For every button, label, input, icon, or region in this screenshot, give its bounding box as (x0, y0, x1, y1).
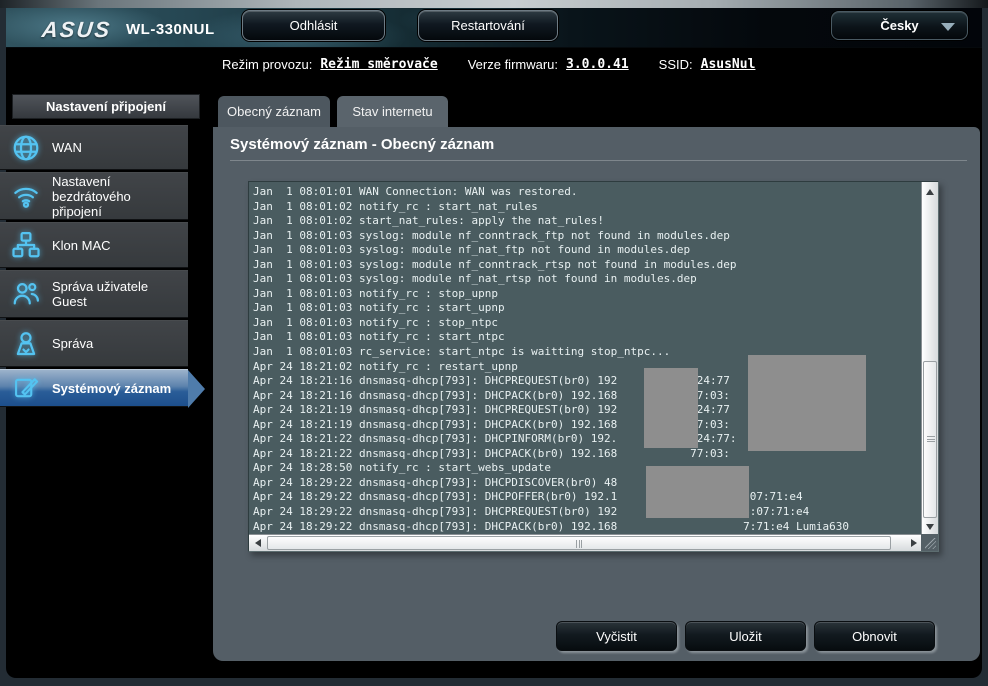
vertical-scrollbar[interactable] (921, 182, 938, 536)
redaction-box (644, 368, 698, 448)
thumb-grip (927, 436, 935, 442)
ssid-label: SSID: (659, 57, 693, 72)
wifi-icon (0, 181, 52, 211)
log-line: Apr 24 18:29:22 dnsmasq-dhcp[793]: DHCPR… (253, 505, 922, 520)
title-divider (230, 160, 967, 161)
log-line: Apr 24 18:29:22 dnsmasq-dhcp[793]: DHCPA… (253, 520, 922, 535)
log-line: Jan 1 08:01:03 syslog: module nf_conntra… (253, 229, 922, 244)
log-line: Jan 1 08:01:01 WAN Connection: WAN was r… (253, 185, 922, 200)
firmware-version-link[interactable]: 3.0.0.41 (566, 57, 629, 72)
sidebar: Nastavení připojení (12, 94, 200, 119)
network-nodes-icon (0, 230, 52, 260)
log-line: Jan 1 08:01:03 notify_rc : stop_ntpc (253, 316, 922, 331)
log-line: Jan 1 08:01:03 notify_rc : stop_upnp (253, 287, 922, 302)
asus-logo: ASUS (41, 17, 113, 43)
horizontal-scroll-thumb[interactable] (267, 536, 891, 550)
chevron-down-icon (941, 23, 955, 31)
globe-icon (0, 133, 52, 163)
log-line: Jan 1 08:01:02 start_nat_rules: apply th… (253, 214, 922, 229)
logout-button[interactable]: Odhlásit (242, 10, 385, 41)
horizontal-scrollbar[interactable] (249, 534, 923, 551)
refresh-button[interactable]: Obnovit (814, 621, 935, 651)
operation-mode-label: Režim provozu: (222, 57, 312, 72)
scroll-right-icon[interactable] (911, 539, 917, 547)
sidebar-item-label: Správa (52, 336, 188, 351)
log-line: Apr 24 18:28:50 notify_rc : start_webs_u… (253, 461, 922, 476)
resize-grip[interactable] (921, 534, 938, 551)
thumb-grip (576, 540, 582, 548)
redaction-box (646, 466, 749, 518)
redaction-box (748, 355, 866, 451)
sidebar-header: Nastavení připojení (12, 94, 200, 119)
selected-item-arrow (188, 370, 205, 408)
status-infobar: Režim provozu: Režim směrovače Verze fir… (6, 48, 982, 80)
reboot-button[interactable]: Restartování (418, 10, 558, 41)
vertical-scroll-thumb[interactable] (923, 361, 937, 518)
scroll-up-icon[interactable] (926, 189, 934, 195)
header-bar: ASUS WL-330NUL Odhlásit Restartování Čes… (6, 8, 982, 48)
sidebar-item-label: WAN (52, 140, 188, 155)
tab-general-log[interactable]: Obecný záznam (218, 96, 330, 127)
users-icon (0, 279, 52, 309)
log-line: Apr 24 18:29:22 dnsmasq-dhcp[793]: DHCPD… (253, 476, 922, 491)
scroll-left-icon[interactable] (255, 539, 261, 547)
firmware-label: Verze firmwaru: (468, 57, 558, 72)
log-line: Jan 1 08:01:03 syslog: module nf_nat_ftp… (253, 243, 922, 258)
system-log-textarea[interactable]: Jan 1 08:01:01 WAN Connection: WAN was r… (248, 181, 939, 552)
clear-button[interactable]: Vyčistit (556, 621, 677, 651)
log-line: Jan 1 08:01:03 notify_rc : start_ntpc (253, 330, 922, 345)
sidebar-item-wan[interactable]: WAN (0, 125, 188, 170)
sidebar-item-mac-clone[interactable]: Klon MAC (0, 222, 188, 268)
user-badge-icon (0, 329, 52, 359)
sidebar-item-label: Klon MAC (52, 238, 188, 253)
sidebar-item-wireless[interactable]: Nastavení bezdrátového připojení (0, 172, 188, 220)
scroll-down-icon[interactable] (926, 524, 934, 530)
model-name: WL-330NUL (126, 21, 215, 38)
operation-mode-link[interactable]: Režim směrovače (320, 57, 437, 72)
log-line: Jan 1 08:01:03 syslog: module nf_conntra… (253, 258, 922, 273)
language-dropdown[interactable]: Česky (831, 11, 968, 40)
sidebar-item-guest-users[interactable]: Správa uživatele Guest (0, 270, 188, 318)
sidebar-item-administration[interactable]: Správa (0, 320, 188, 367)
log-line: Jan 1 08:01:02 notify_rc : start_nat_rul… (253, 200, 922, 215)
window-top-shine (0, 0, 988, 8)
save-button[interactable]: Uložit (685, 621, 806, 651)
log-line: Jan 1 08:01:03 notify_rc : start_upnp (253, 301, 922, 316)
tab-internet-status[interactable]: Stav internetu (337, 96, 448, 127)
sidebar-item-label: Nastavení bezdrátového připojení (52, 174, 188, 219)
sidebar-item-system-log[interactable]: Systémový záznam (0, 369, 188, 407)
ssid-value-link[interactable]: AsusNul (701, 57, 756, 72)
page-title: Systémový záznam - Obecný záznam (230, 136, 494, 153)
edit-log-icon (0, 374, 52, 402)
language-selected-value: Česky (880, 18, 918, 33)
log-line: Jan 1 08:01:03 syslog: module nf_nat_rts… (253, 272, 922, 287)
sidebar-item-label: Správa uživatele Guest (52, 279, 188, 309)
router-admin-page: ASUS WL-330NUL Odhlásit Restartování Čes… (0, 0, 988, 686)
content-panel: Systémový záznam - Obecný záznam Jan 1 0… (213, 127, 980, 661)
log-line: Apr 24 18:29:22 dnsmasq-dhcp[793]: DHCPO… (253, 490, 922, 505)
sidebar-item-label: Systémový záznam (52, 381, 188, 396)
